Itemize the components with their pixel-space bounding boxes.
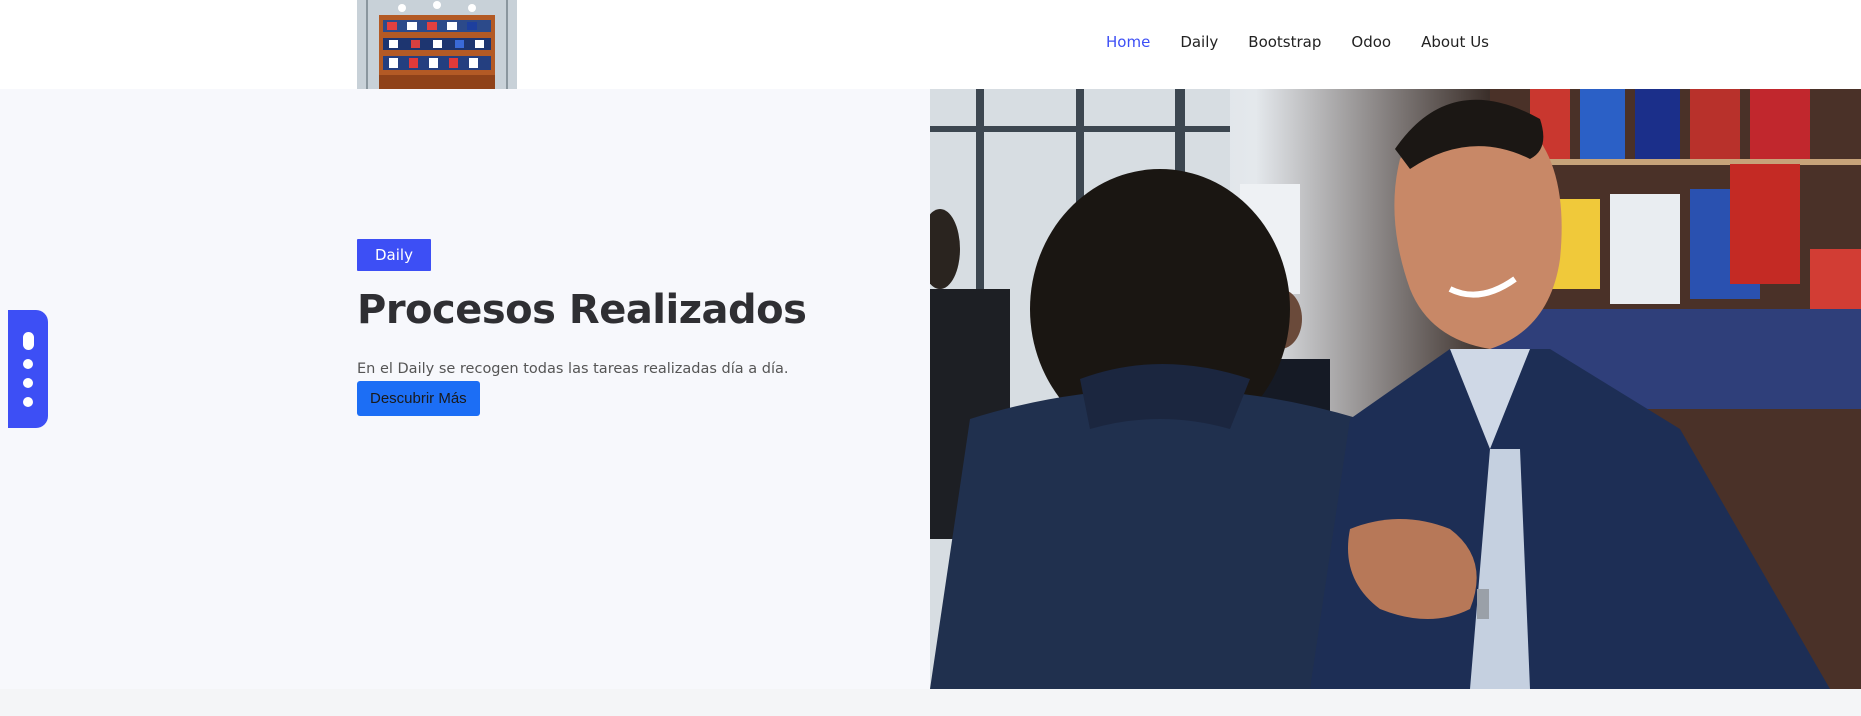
nav-odoo[interactable]: Odoo (1351, 33, 1391, 51)
handshake-photo (930, 89, 1861, 689)
footer-strip (0, 689, 1861, 716)
discover-more-button[interactable]: Descubrir Más (357, 381, 480, 416)
category-badge[interactable]: Daily (357, 239, 431, 271)
logo-image (357, 0, 517, 89)
dot-icon (23, 377, 33, 388)
nav-home[interactable]: Home (1106, 33, 1150, 51)
site-logo[interactable] (357, 0, 517, 89)
dot-icon (23, 396, 33, 407)
hero-title: Procesos Realizados (357, 287, 807, 333)
main-nav: Home Daily Bootstrap Odoo About Us (1106, 33, 1489, 51)
nav-daily[interactable]: Daily (1180, 33, 1218, 51)
site-header: Home Daily Bootstrap Odoo About Us (0, 0, 1861, 89)
hero-content: Daily Procesos Realizados En el Daily se… (357, 239, 917, 416)
dot-icon (23, 358, 33, 369)
hero-description: En el Daily se recogen todas las tareas … (357, 361, 789, 377)
nav-about-us[interactable]: About Us (1421, 33, 1489, 51)
side-menu-toggle[interactable] (8, 310, 48, 428)
nav-bootstrap[interactable]: Bootstrap (1248, 33, 1321, 51)
hero-section: Daily Procesos Realizados En el Daily se… (0, 89, 1861, 689)
hero-image (930, 89, 1861, 689)
vertical-dots-icon (22, 331, 34, 350)
